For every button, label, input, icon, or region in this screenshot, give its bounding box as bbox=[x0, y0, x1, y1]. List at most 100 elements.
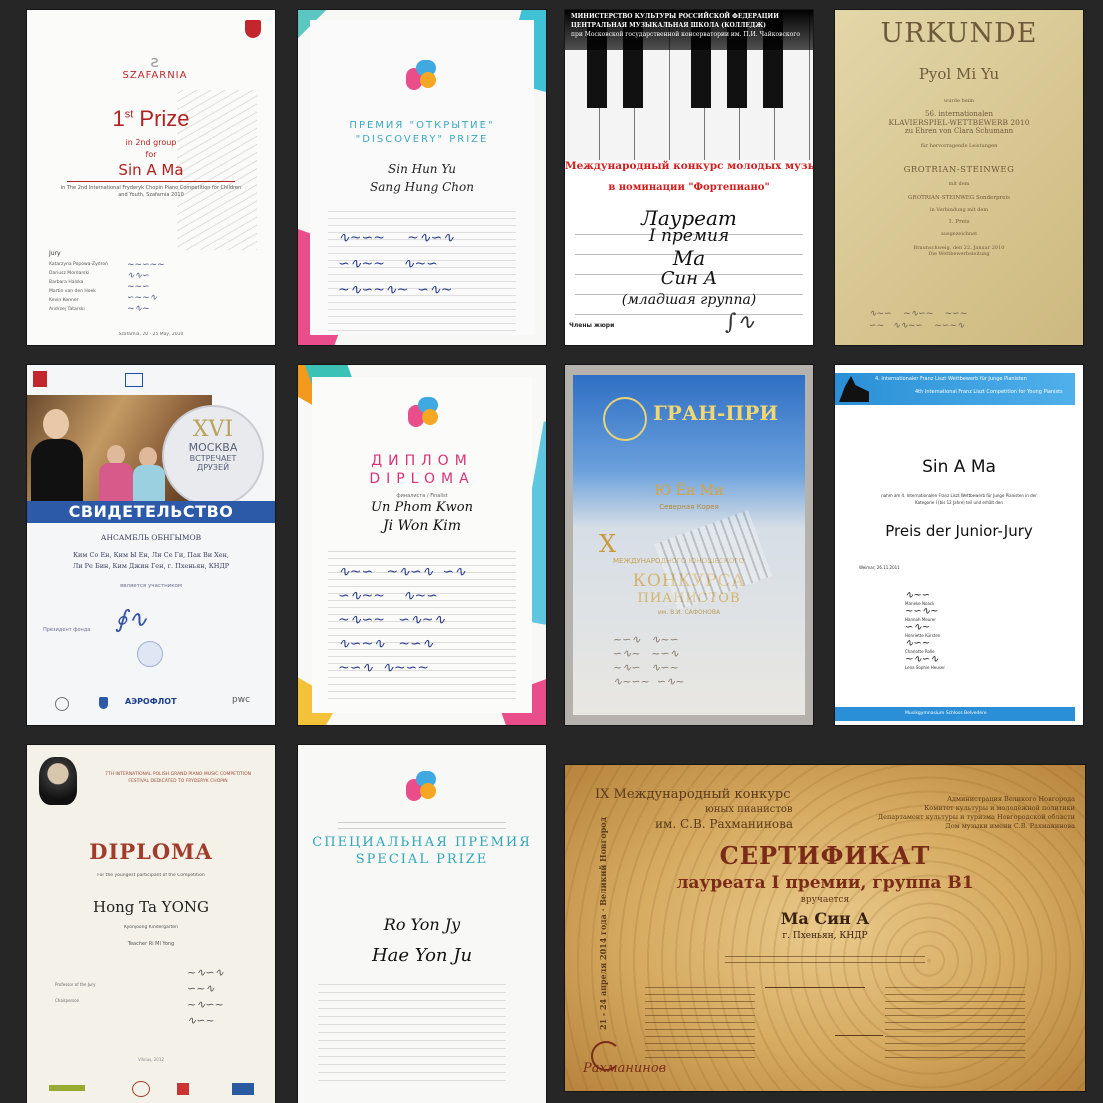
liszt-header-bar: 4. Internationaler Franz Liszt Wettbewer… bbox=[835, 373, 1075, 405]
handwritten-name-1: Ro Yon Jy bbox=[383, 915, 461, 934]
signature-line-left bbox=[765, 987, 865, 988]
prize-title-en: "DISCOVERY" PRIZE bbox=[355, 134, 489, 145]
ensemble-members-2: Ли Ре Бин, Ким Джин Ген, г. Пхеньян, КНД… bbox=[72, 562, 230, 570]
diploma-subtitle: For the youngest participant of the Comp… bbox=[97, 873, 205, 878]
handwritten-given-name: Син А bbox=[660, 268, 718, 289]
frame-inner: ГРАН-ПРИ Ю Ён Ми Северная Корея X МЕЖДУН… bbox=[573, 375, 805, 715]
handwritten-name-1: Sin Hun Yu bbox=[388, 162, 456, 176]
official-stamp bbox=[137, 641, 163, 667]
handwritten-name-2: Ji Won Kim bbox=[382, 518, 462, 534]
jury-signatures: ~~∽~~ ∿∿∽ ~~∽ ∽~~∿ ~∿~ bbox=[127, 260, 165, 314]
urkunde-body: wurde beim 56. internationalen KLAVIERSP… bbox=[835, 98, 1083, 257]
jury-signatures: ∿~∽ ~∿∽∿ ∽∿ ∽∿~~ ∿~∽ ~∿∽~ ∽∿~∿ ∿∽~∿ ~∽∿ ~∽∿ … bbox=[338, 564, 466, 676]
urkunde-title: URKUNDE bbox=[880, 18, 1038, 49]
handwritten-first-prize: I премия bbox=[648, 226, 730, 246]
certificate-szafarnia-first-prize: ƨ SZAFARNIA 1st Prize in 2nd group for S… bbox=[27, 10, 275, 345]
jury-name: Andrzej Tatarski bbox=[49, 307, 85, 312]
prize-title-en: SPECIAL PRIZE bbox=[355, 852, 489, 867]
prize-title-ru: ПРЕМИЯ "ОТКРЫТИЕ" bbox=[349, 120, 495, 131]
globe-emblem-icon bbox=[603, 397, 647, 441]
sponsor-logo-1-icon bbox=[49, 1085, 85, 1091]
laureate-name: Sin A Ma bbox=[922, 457, 996, 477]
sponsor-logo-3-icon bbox=[177, 1083, 189, 1095]
jury-name: Kevin Kenner bbox=[49, 298, 79, 303]
sponsor-logo-2-icon bbox=[132, 1081, 150, 1097]
laureate-line: лауреата I премии, группа В1 bbox=[676, 873, 974, 893]
handwritten-name-2: Sang Hung Chon bbox=[370, 180, 474, 194]
director-signature: ∫∿ bbox=[725, 310, 755, 335]
left-columns-small-print bbox=[645, 981, 755, 1061]
for-line: for bbox=[145, 150, 157, 159]
certificate-urkunde: URKUNDE Pyol Mi Yu wurde beim 56. intern… bbox=[835, 10, 1083, 345]
prize-title-ru: СПЕЦИАЛЬНАЯ ПРЕМИЯ bbox=[312, 835, 532, 850]
jury-signatures: ~∿∽∿ ∽~∿ ~∿∽~ ∿∽~ bbox=[187, 966, 224, 1027]
handwritten-name-1: Un Phom Kwon bbox=[371, 500, 473, 515]
school-name: Kyonjoong Kindergarten bbox=[123, 925, 179, 930]
small-print-lines bbox=[318, 977, 506, 1087]
certificate-title: СЕРТИФИКАТ bbox=[719, 841, 931, 870]
certificate-banner: СВИДЕТЕЛЬСТВО bbox=[27, 501, 275, 523]
jury-signatures: ∿~∽~ ~∿∽∿ ∽∿~~ ∿~∽ ~∿∽~∿~ ∽∿~ bbox=[338, 230, 455, 298]
right-columns-small-print bbox=[885, 981, 1025, 1061]
description-2: Kategorie I (bis 12 Jahre) teil und erhä… bbox=[915, 500, 1003, 505]
centered-small-print bbox=[725, 951, 925, 965]
top-left-heading: IX Международный конкурс юных пианистов … bbox=[595, 787, 794, 831]
country: Северная Корея bbox=[659, 503, 719, 511]
jury-left: Professor of the Jury Chairperson bbox=[55, 982, 96, 1003]
ensemble-name: АНСАМБЛЬ ОБНГЫМОВ bbox=[100, 533, 202, 542]
handwritten-name-2: Hae Yon Ju bbox=[371, 945, 473, 966]
president-signature: ∮∿ bbox=[115, 605, 148, 633]
nomination-line: в номинации "Фортепиано" bbox=[608, 182, 770, 193]
jury-label: Члены жюри bbox=[569, 322, 615, 329]
finalist-label: финалиста / Finalist bbox=[396, 493, 448, 499]
laureate-name: Ма Син А bbox=[780, 909, 870, 928]
certificate-rachmaninov: IX Международный конкурс юных пианистов … bbox=[565, 765, 1085, 1091]
chopin-portrait bbox=[39, 757, 77, 805]
jury-name: Barbara Halska bbox=[49, 280, 84, 285]
competition-logo bbox=[406, 395, 440, 429]
grand-prix-title: ГРАН-ПРИ bbox=[653, 401, 779, 425]
certificate-special-prize: СПЕЦИАЛЬНАЯ ПРЕМИЯ SPECIAL PRIZE Ro Yon … bbox=[298, 745, 546, 1103]
competition-banner: Международный конкурс молодых музыкантов bbox=[565, 160, 813, 172]
laureate-name: Hong Ta YONG bbox=[92, 898, 209, 916]
sponsor-aeroflot: АЭРОФЛОТ bbox=[125, 697, 177, 706]
jury-name: Dariusz Mordarski bbox=[49, 271, 90, 276]
handwritten-group: (младшая группа) bbox=[621, 292, 757, 308]
city-line: г. Пхеньян, КНДР bbox=[782, 931, 868, 941]
name-underline bbox=[67, 181, 235, 182]
moscow-emblem-icon bbox=[33, 371, 47, 387]
roman-numeral: X bbox=[599, 530, 617, 558]
liszt-footer-bar: Musikgymnasium Schloss Belvedere bbox=[835, 707, 1075, 721]
crest-icon bbox=[245, 20, 261, 38]
jury-list: Katarzyna Popowa-Zydroń Dariusz Mordarsk… bbox=[49, 260, 108, 314]
group-line: in 2nd group bbox=[125, 138, 177, 147]
awarded-line: вручается bbox=[800, 895, 850, 905]
participant-line: является участником bbox=[119, 583, 183, 589]
header-small-print bbox=[338, 817, 506, 833]
description-1: nahm am 4. Internationalen Franz Liszt W… bbox=[881, 493, 1037, 498]
top-right-heading: Администрация Великого Новгорода Комитет… bbox=[877, 795, 1075, 830]
laureate-name: Ю Ён Ми bbox=[654, 483, 724, 499]
brand-name: GROTRIAN-STEINWEG bbox=[903, 165, 1015, 175]
competition-text: in The 2nd International Fryderyk Chopin… bbox=[60, 185, 242, 198]
certificate-young-musicians: МИНИСТЕРСТВО КУЛЬТУРЫ РОССИЙСКОЙ ФЕДЕРАЦ… bbox=[565, 10, 813, 345]
sponsor-logos bbox=[27, 1081, 275, 1097]
prize-heading: 1st Prize bbox=[112, 106, 190, 131]
diploma-title: DIPLOMA bbox=[89, 839, 213, 864]
diploma-title-en: DIPLOMA bbox=[369, 471, 475, 487]
festival-badge: XVI МОСКВА ВСТРЕЧАЕТ ДРУЗЕЙ bbox=[162, 405, 264, 507]
date-line: Weimar, 26.11.2011 bbox=[859, 565, 900, 570]
certificate-chopin-diploma: 7TH INTERNATIONAL POLISH GRAND PIANO MUS… bbox=[27, 745, 275, 1103]
sponsor-logo-mercedes-icon bbox=[55, 697, 69, 711]
szafarnia-logo: ƨ SZAFARNIA bbox=[122, 52, 188, 82]
certificate-discovery-prize: ПРЕМИЯ "ОТКРЫТИЕ" "DISCOVERY" PRIZE Sin … bbox=[298, 10, 546, 345]
school-header: МИНИСТЕРСТВО КУЛЬТУРЫ РОССИЙСКОЙ ФЕДЕРАЦ… bbox=[571, 13, 800, 38]
urkunde-signatures: ∿~∽ ~∿∽~ ~∽~ ∽~ ∿∿~∽ ~∽~∿ bbox=[869, 309, 968, 331]
laureate-name: Sin A Ma bbox=[118, 161, 184, 179]
jury-signatures: ~∽∿ ∿~∽ ∽∿~ ~∽∿ ~∿∽ ∿∽~ ∿~∽~ ∽∿~ bbox=[613, 633, 685, 688]
ensemble-members-1: Ким Со Ен, Ким Ы Ен, Ли Се Ги, Пак Ви Хе… bbox=[73, 551, 229, 559]
sponsor-logo-4-icon bbox=[232, 1083, 254, 1095]
jury-name: Katarzyna Popowa-Zydroń bbox=[49, 262, 109, 267]
competition-header: 7TH INTERNATIONAL POLISH GRAND PIANO MUS… bbox=[104, 772, 252, 784]
certificate-diploma-finalist: ДИПЛОМ DIPLOMA финалиста / Finalist Un P… bbox=[298, 365, 546, 725]
